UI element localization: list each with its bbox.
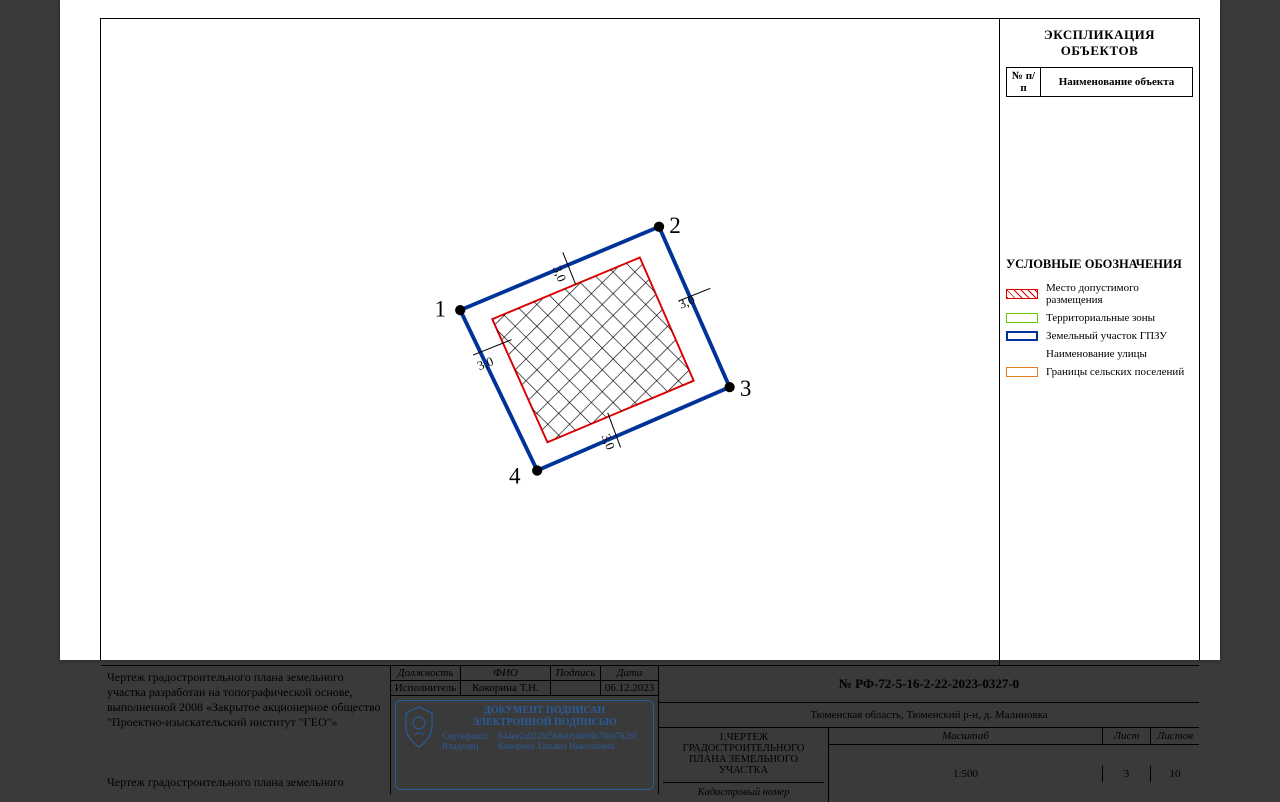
legend-row: Место допустимого размещения [1006, 282, 1193, 306]
point-4-label: 4 [509, 462, 521, 488]
upper-area: 3,0 3,0 3,0 3,0 1 2 3 4 ЭКСПЛИКАЦИЯ ОБЪЕ… [101, 19, 1199, 666]
legend-label: Место допустимого размещения [1046, 282, 1193, 306]
swatch-red-icon [1006, 289, 1038, 299]
swatch-none-icon [1006, 349, 1038, 359]
legend-label: Наименование улицы [1046, 348, 1147, 360]
cadastral-label: Кадастровый номер [663, 782, 824, 798]
legend-label: Земельный участок ГПЗУ [1046, 330, 1167, 342]
plot-svg: 3,0 3,0 3,0 3,0 1 2 3 4 [101, 19, 999, 665]
title-block: Чертеж градостроительного плана земельно… [101, 666, 1199, 794]
stamp-cert: 844ee2a022bf5b8eb646b6b79a97626f [498, 731, 636, 741]
v-sheets: 10 [1151, 766, 1199, 782]
signatures-column: Должность ФИО Подпись Дата Исполнитель К… [391, 666, 659, 794]
exp-col-name: Наименование объекта [1041, 68, 1193, 97]
drawing-title: 1.ЧЕРТЕЖ ГРАДОСТРОИТЕЛЬНОГО ПЛАНА ЗЕМЕЛЬ… [659, 728, 829, 802]
legend-row: Наименование улицы [1006, 348, 1193, 360]
h-date: Дата [601, 666, 658, 681]
offset-label: 3,0 [599, 432, 618, 452]
h-scale: Масштаб [829, 728, 1103, 744]
v-sign [551, 681, 601, 696]
v-name: Кокорина Т.Н. [461, 681, 551, 696]
h-sheet: Лист [1103, 728, 1151, 744]
h-role: Должность [391, 666, 461, 681]
stamp-owner-label: Владелец [442, 741, 494, 751]
v-scale: 1:500 [829, 766, 1103, 782]
v-sheet: 3 [1103, 766, 1151, 782]
exp-col-num: № п/п [1007, 68, 1041, 97]
legend-row: Земельный участок ГПЗУ [1006, 330, 1193, 342]
swatch-orange-icon [1006, 367, 1038, 377]
offset-label: 3,0 [475, 354, 495, 373]
point-2-label: 2 [669, 212, 681, 238]
h-sheets: Листов [1151, 728, 1199, 744]
swatch-green-icon [1006, 313, 1038, 323]
sign-row: Исполнитель Кокорина Т.Н. 06.12.2023 [391, 681, 658, 696]
sign-header: Должность ФИО Подпись Дата [391, 666, 658, 681]
point-1-label: 1 [435, 296, 447, 322]
stamp-title: ДОКУМЕНТ ПОДПИСАНЭЛЕКТРОННОЙ ПОДПИСЬЮ [442, 705, 647, 728]
legend-label: Территориальные зоны [1046, 312, 1155, 324]
plan-drawing: 3,0 3,0 3,0 3,0 1 2 3 4 [101, 19, 999, 665]
legend-label: Границы сельских поселений [1046, 366, 1184, 378]
coat-of-arms-icon [402, 705, 436, 749]
note-text: Чертеж градостроительного плана земельно… [107, 670, 384, 730]
swatch-blue-icon [1006, 331, 1038, 341]
h-sign: Подпись [551, 666, 601, 681]
basis-note: Чертеж градостроительного плана земельно… [101, 666, 391, 794]
document-page: 3,0 3,0 3,0 3,0 1 2 3 4 ЭКСПЛИКАЦИЯ ОБЪЕ… [60, 0, 1220, 660]
explication-table: № п/п Наименование объекта [1006, 67, 1193, 97]
meta-column: Масштаб Лист Листов 1:500 3 10 [829, 728, 1199, 802]
legend-row: Границы сельских поселений [1006, 366, 1193, 378]
drawing-frame: 3,0 3,0 3,0 3,0 1 2 3 4 ЭКСПЛИКАЦИЯ ОБЪЕ… [100, 18, 1200, 660]
legend-row: Территориальные зоны [1006, 312, 1193, 324]
title-column: № РФ-72-5-16-2-22-2023-0327-0 Тюменская … [659, 666, 1199, 794]
note-text-2: Чертеж градостроительного плана земельно… [107, 775, 384, 790]
v-role: Исполнитель [391, 681, 461, 696]
stamp-owner: Кокорина Татьяна Николаевна [498, 741, 614, 751]
point-3-label: 3 [740, 375, 752, 401]
side-panel: ЭКСПЛИКАЦИЯ ОБЪЕКТОВ № п/п Наименование … [999, 19, 1199, 665]
explication-title: ЭКСПЛИКАЦИЯ ОБЪЕКТОВ [1006, 27, 1193, 59]
document-number: № РФ-72-5-16-2-22-2023-0327-0 [659, 666, 1199, 703]
digital-signature-stamp: ДОКУМЕНТ ПОДПИСАНЭЛЕКТРОННОЙ ПОДПИСЬЮ Се… [395, 700, 654, 790]
legend-title: УСЛОВНЫЕ ОБОЗНАЧЕНИЯ [1006, 257, 1193, 272]
stamp-cert-label: Сертификат [442, 731, 494, 741]
address: Тюменская область, Тюменский р-н, д. Мал… [659, 703, 1199, 728]
v-date: 06.12.2023 [601, 681, 658, 696]
h-name: ФИО [461, 666, 551, 681]
